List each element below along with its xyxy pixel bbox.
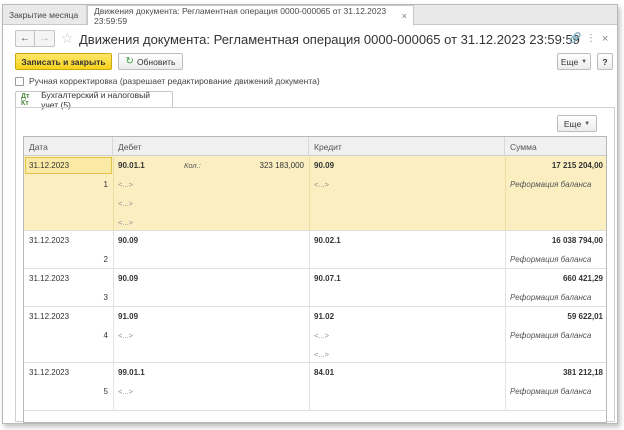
credit-account-cell[interactable]: 90.02.1 bbox=[309, 231, 419, 250]
page-title: Движения документа: Регламентная операци… bbox=[79, 32, 580, 47]
line-number-cell[interactable]: 3 bbox=[24, 288, 113, 307]
debit-subconto-cell[interactable]: <...> bbox=[113, 326, 309, 345]
tab-document-movements[interactable]: Движения документа: Регламентная операци… bbox=[87, 5, 414, 26]
command-bar: Записать и закрыть ↻ Обновить Еще ▼ ? bbox=[3, 53, 617, 73]
table-row[interactable]: 31.12.2023 2 90.09 90.02.1 16 038 794,00 Рефо… bbox=[24, 231, 606, 269]
debit-account-cell[interactable]: 90.09 bbox=[113, 269, 183, 288]
table-row[interactable]: 31.12.2023 5 99.01.1 84.01 381 212,18 Реформа… bbox=[24, 363, 606, 411]
tab-label: Закрытие месяца bbox=[9, 10, 79, 20]
credit-account-cell[interactable]: 91.02 bbox=[309, 307, 419, 326]
debit-account-cell[interactable]: 90.01.1 bbox=[113, 156, 183, 175]
date-cell[interactable]: 31.12.2023 bbox=[24, 231, 113, 250]
debit-account-cell[interactable]: 99.01.1 bbox=[113, 363, 183, 382]
sum-cell[interactable]: 59 622,01 bbox=[505, 307, 606, 326]
debit-subconto-cell[interactable]: <...> bbox=[113, 175, 309, 194]
forward-button[interactable]: → bbox=[35, 30, 55, 47]
table-row[interactable]: 31.12.2023 1 90.01.1 Кол.: 323 183,000 90.09 1… bbox=[24, 156, 606, 232]
tab-month-close[interactable]: Закрытие месяца bbox=[3, 5, 87, 25]
star-icon[interactable]: ☆ bbox=[61, 30, 74, 47]
line-number-cell[interactable]: 4 bbox=[24, 326, 113, 345]
title-bar: ← → ☆ Движения документа: Регламентная о… bbox=[3, 27, 617, 53]
column-header-credit[interactable]: Кредит bbox=[309, 137, 505, 156]
column-header-debit[interactable]: Дебет bbox=[113, 137, 309, 156]
more-button[interactable]: Еще ▼ bbox=[557, 53, 591, 70]
save-and-close-button[interactable]: Записать и закрыть bbox=[15, 53, 112, 70]
credit-account-cell[interactable]: 90.07.1 bbox=[309, 269, 419, 288]
chevron-down-icon: ▼ bbox=[584, 120, 591, 127]
content-cell[interactable]: Реформация баланса bbox=[505, 382, 606, 401]
credit-subconto-cell[interactable]: <...> bbox=[309, 326, 505, 345]
tab-label: Движения документа: Регламентная операци… bbox=[94, 5, 387, 26]
line-number-cell[interactable]: 5 bbox=[24, 382, 113, 401]
refresh-icon: ↻ bbox=[125, 56, 134, 67]
credit-account-cell[interactable]: 84.01 bbox=[309, 363, 419, 382]
movements-table: Дата Дебет Кредит Сумма 31.12.2023 1 90.01… bbox=[23, 136, 607, 423]
tab-accounting[interactable]: Дт Кт Бухгалтерский и налоговый учет (5) bbox=[15, 90, 173, 110]
table-more-button[interactable]: Еще ▼ bbox=[557, 115, 597, 132]
table-row[interactable]: 31.12.2023 4 91.09 91.02 59 622,01 Реформация… bbox=[24, 307, 606, 364]
sum-cell[interactable]: 17 215 204,00 bbox=[505, 156, 606, 175]
table-row[interactable]: 31.12.2023 3 90.09 90.07.1 660 421,29 Реформа… bbox=[24, 269, 606, 307]
date-cell[interactable]: 31.12.2023 bbox=[24, 363, 113, 382]
content-cell[interactable]: Реформация баланса bbox=[505, 250, 606, 269]
chevron-down-icon: ▼ bbox=[581, 58, 588, 65]
arrow-right-icon: → bbox=[39, 33, 50, 44]
more-label: Еще bbox=[563, 118, 582, 129]
credit-subconto-cell[interactable]: <...> bbox=[309, 175, 505, 194]
content-cell[interactable]: Реформация баланса bbox=[505, 288, 606, 307]
date-cell[interactable]: 31.12.2023 bbox=[24, 156, 113, 175]
window-tabs: Закрытие месяца Движения документа: Регл… bbox=[3, 5, 617, 26]
credit-subconto-cell[interactable]: <...> bbox=[309, 345, 505, 364]
debit-subconto-cell[interactable]: <...> bbox=[113, 382, 309, 401]
debit-subconto-cell[interactable]: <...> bbox=[113, 213, 309, 232]
debit-credit-icon: Дт Кт bbox=[21, 93, 30, 107]
quantity-label[interactable]: Кол.: bbox=[179, 156, 229, 175]
date-cell[interactable]: 31.12.2023 bbox=[24, 269, 113, 288]
manual-edit-row: Ручная корректировка (разрешает редактир… bbox=[15, 76, 320, 86]
manual-edit-checkbox[interactable] bbox=[15, 76, 24, 86]
sum-cell[interactable]: 16 038 794,00 bbox=[505, 231, 606, 250]
arrow-left-icon: ← bbox=[20, 33, 30, 44]
debit-account-cell[interactable]: 90.09 bbox=[113, 231, 183, 250]
more-label: Еще bbox=[560, 56, 579, 67]
document-window: Закрытие месяца Движения документа: Регл… bbox=[2, 4, 618, 424]
table-header: Дата Дебет Кредит Сумма bbox=[24, 137, 606, 156]
column-header-sum[interactable]: Сумма bbox=[505, 137, 606, 156]
content-cell[interactable]: Реформация баланса bbox=[505, 175, 606, 194]
help-button[interactable]: ? bbox=[597, 53, 613, 70]
debit-subconto-cell[interactable]: <...> bbox=[113, 194, 309, 213]
back-button[interactable]: ← bbox=[15, 30, 35, 47]
more-vertical-icon[interactable]: ⋮ bbox=[586, 33, 596, 44]
line-number-cell[interactable]: 1 bbox=[24, 175, 113, 194]
content-cell[interactable]: Реформация баланса bbox=[505, 326, 606, 345]
close-icon[interactable]: × bbox=[602, 33, 608, 45]
link-icon[interactable]: 🔗 bbox=[569, 33, 581, 44]
debit-account-cell[interactable]: 91.09 bbox=[113, 307, 183, 326]
sum-cell[interactable]: 660 421,29 bbox=[505, 269, 606, 288]
sum-cell[interactable]: 381 212,18 bbox=[505, 363, 606, 382]
date-cell[interactable]: 31.12.2023 bbox=[24, 307, 113, 326]
close-icon[interactable]: × bbox=[402, 11, 407, 21]
credit-account-cell[interactable]: 90.09 bbox=[309, 156, 419, 175]
refresh-button[interactable]: ↻ Обновить bbox=[118, 53, 183, 70]
quantity-cell[interactable]: 323 183,000 bbox=[229, 156, 309, 175]
column-header-date[interactable]: Дата bbox=[24, 137, 113, 156]
line-number-cell[interactable]: 2 bbox=[24, 250, 113, 269]
manual-edit-label: Ручная корректировка (разрешает редактир… bbox=[29, 76, 320, 86]
refresh-label: Обновить bbox=[136, 56, 176, 67]
